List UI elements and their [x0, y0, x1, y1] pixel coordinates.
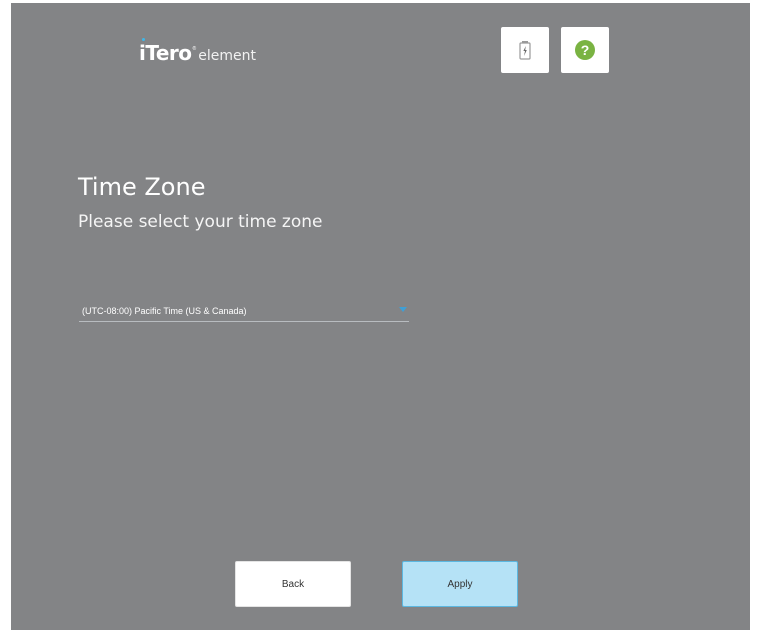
help-button[interactable]: ? [561, 27, 609, 73]
battery-charging-icon [519, 41, 531, 60]
timezone-dropdown[interactable]: (UTC-08:00) Pacific Time (US & Canada) [79, 301, 409, 322]
chevron-down-icon [399, 307, 407, 312]
itero-element-logo: iTero ® element [139, 38, 256, 65]
svg-text:?: ? [581, 42, 590, 58]
apply-button[interactable]: Apply [402, 561, 518, 607]
timezone-selected-value: (UTC-08:00) Pacific Time (US & Canada) [82, 306, 247, 316]
logo-registered-mark: ® [192, 46, 197, 52]
help-icon: ? [575, 40, 595, 60]
battery-button[interactable] [501, 27, 549, 73]
setup-screen: iTero ® element ? Time Zone Please selec… [11, 3, 750, 630]
logo-product: element [198, 48, 256, 64]
back-button[interactable]: Back [235, 561, 351, 607]
page-subtitle: Please select your time zone [78, 212, 323, 232]
logo-brand: iTero [139, 41, 192, 65]
logo-dot [142, 38, 145, 41]
page-title: Time Zone [78, 173, 206, 201]
